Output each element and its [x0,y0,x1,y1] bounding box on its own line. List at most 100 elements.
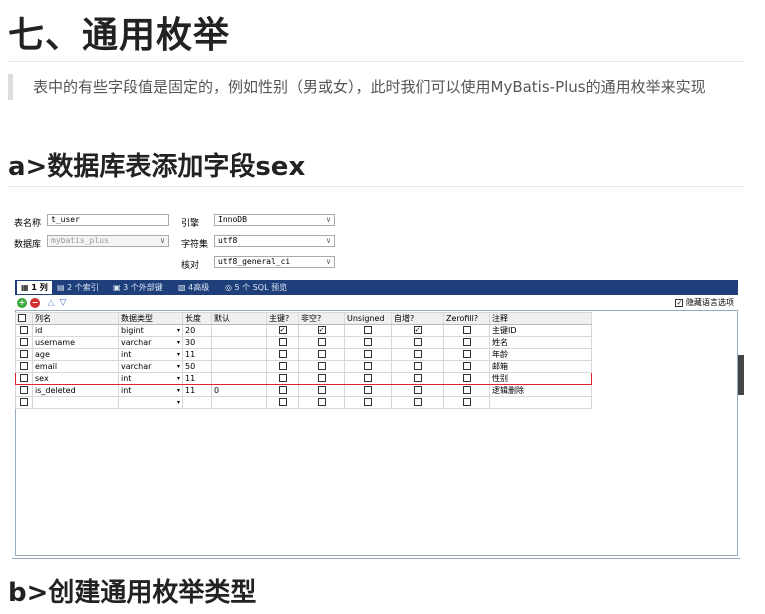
cell-zerofill-checkbox[interactable] [443,348,490,361]
cell-unsigned-checkbox[interactable] [344,348,392,361]
database-select[interactable]: mybatis_plus ∨ [47,235,169,247]
cell-zerofill-checkbox[interactable] [443,324,490,337]
cell-type[interactable]: int ▾ [118,372,183,385]
cell-length[interactable]: 11 [182,384,212,397]
tab-indexes[interactable]: ▤ 2 个索引 [57,281,99,294]
row-select-checkbox[interactable] [15,372,33,385]
cell-pk-checkbox[interactable] [266,372,299,385]
row-select-checkbox[interactable] [15,384,33,397]
cell-type[interactable]: varchar ▾ [118,360,183,373]
cell-comment[interactable]: 邮箱 [489,360,592,373]
row-select-checkbox[interactable] [15,336,33,349]
cell-notnull-checkbox[interactable] [298,396,345,409]
cell-default[interactable] [211,324,267,337]
cell-auto-checkbox[interactable] [391,384,444,397]
cell-pk-checkbox[interactable] [266,360,299,373]
row-select-checkbox[interactable] [15,324,33,337]
cell-default[interactable] [211,348,267,361]
cell-default[interactable] [211,372,267,385]
cell-comment[interactable]: 性别 [489,372,592,385]
cell-zerofill-checkbox[interactable] [443,396,490,409]
cell-length[interactable]: 30 [182,336,212,349]
cell-default[interactable] [211,360,267,373]
side-scroll-tab[interactable] [738,355,744,395]
row-select-checkbox[interactable] [15,396,33,409]
tab-sql-preview[interactable]: ◎ 5 个 SQL 预览 [225,281,287,294]
table-row[interactable]: sex int ▾ 11 性别 [15,372,592,385]
dropdown-arrow-icon[interactable]: ▾ [177,386,180,396]
cell-unsigned-checkbox[interactable] [344,372,392,385]
cell-notnull-checkbox[interactable] [298,336,345,349]
table-row[interactable]: is_deleted int ▾ 11 0 逻辑删除 [15,384,592,397]
cell-notnull-checkbox[interactable]: ✓ [298,324,345,337]
cell-auto-checkbox[interactable] [391,360,444,373]
cell-unsigned-checkbox[interactable] [344,384,392,397]
cell-comment[interactable]: 主键ID [489,324,592,337]
cell-name[interactable] [32,396,119,409]
cell-comment[interactable]: 年龄 [489,348,592,361]
cell-type[interactable]: bigint ▾ [118,324,183,337]
cell-comment[interactable]: 逻辑删除 [489,384,592,397]
table-row[interactable]: username varchar ▾ 30 姓名 [15,336,592,349]
cell-notnull-checkbox[interactable] [298,372,345,385]
cell-length[interactable]: 50 [182,360,212,373]
dropdown-arrow-icon[interactable]: ▾ [177,362,180,372]
cell-pk-checkbox[interactable] [266,348,299,361]
hide-language-option[interactable]: ✓ 隐藏语言选项 [675,297,734,308]
cell-auto-checkbox[interactable] [391,336,444,349]
cell-length[interactable]: 11 [182,348,212,361]
cell-pk-checkbox[interactable]: ✓ [266,324,299,337]
tab-foreign-keys[interactable]: ▣ 3 个外部键 [113,281,163,294]
cell-zerofill-checkbox[interactable] [443,336,490,349]
dropdown-arrow-icon[interactable]: ▾ [177,374,180,384]
select-all-checkbox[interactable] [15,312,33,325]
cell-name[interactable]: email [32,360,119,373]
table-name-field[interactable]: t_user [47,214,169,226]
engine-select[interactable]: InnoDB ∨ [214,214,335,226]
cell-auto-checkbox[interactable] [391,372,444,385]
remove-column-button[interactable]: − [30,298,40,308]
cell-name[interactable]: is_deleted [32,384,119,397]
dropdown-arrow-icon[interactable]: ▾ [177,338,180,348]
cell-notnull-checkbox[interactable] [298,384,345,397]
cell-notnull-checkbox[interactable] [298,360,345,373]
move-down-icon[interactable]: ▽ [58,298,68,308]
cell-comment[interactable]: 姓名 [489,336,592,349]
add-column-button[interactable]: + [17,298,27,308]
cell-type[interactable]: int ▾ [118,384,183,397]
tab-columns[interactable]: ▦ 1 列 [17,281,52,294]
cell-name[interactable]: username [32,336,119,349]
tab-advanced[interactable]: ▧ 4高级 [178,281,209,294]
cell-unsigned-checkbox[interactable] [344,360,392,373]
cell-name[interactable]: age [32,348,119,361]
cell-name[interactable]: sex [32,372,119,385]
cell-default[interactable] [211,396,267,409]
row-select-checkbox[interactable] [15,348,33,361]
move-up-icon[interactable]: △ [46,298,56,308]
cell-auto-checkbox[interactable]: ✓ [391,324,444,337]
cell-length[interactable] [182,396,212,409]
cell-length[interactable]: 11 [182,372,212,385]
table-row[interactable]: id bigint ▾ 20 ✓ ✓ ✓ 主键ID [15,324,592,337]
cell-pk-checkbox[interactable] [266,384,299,397]
cell-auto-checkbox[interactable] [391,396,444,409]
cell-notnull-checkbox[interactable] [298,348,345,361]
table-row[interactable]: ▾ [15,396,592,409]
cell-unsigned-checkbox[interactable] [344,336,392,349]
cell-unsigned-checkbox[interactable] [344,324,392,337]
row-select-checkbox[interactable] [15,360,33,373]
dropdown-arrow-icon[interactable]: ▾ [177,350,180,360]
cell-comment[interactable] [489,396,592,409]
cell-unsigned-checkbox[interactable] [344,396,392,409]
cell-type[interactable]: ▾ [118,396,183,409]
table-row[interactable]: age int ▾ 11 年龄 [15,348,592,361]
cell-auto-checkbox[interactable] [391,348,444,361]
cell-length[interactable]: 20 [182,324,212,337]
cell-zerofill-checkbox[interactable] [443,384,490,397]
cell-default[interactable] [211,336,267,349]
cell-pk-checkbox[interactable] [266,396,299,409]
charset-select[interactable]: utf8 ∨ [214,235,335,247]
cell-zerofill-checkbox[interactable] [443,360,490,373]
cell-type[interactable]: int ▾ [118,348,183,361]
dropdown-arrow-icon[interactable]: ▾ [177,326,180,336]
